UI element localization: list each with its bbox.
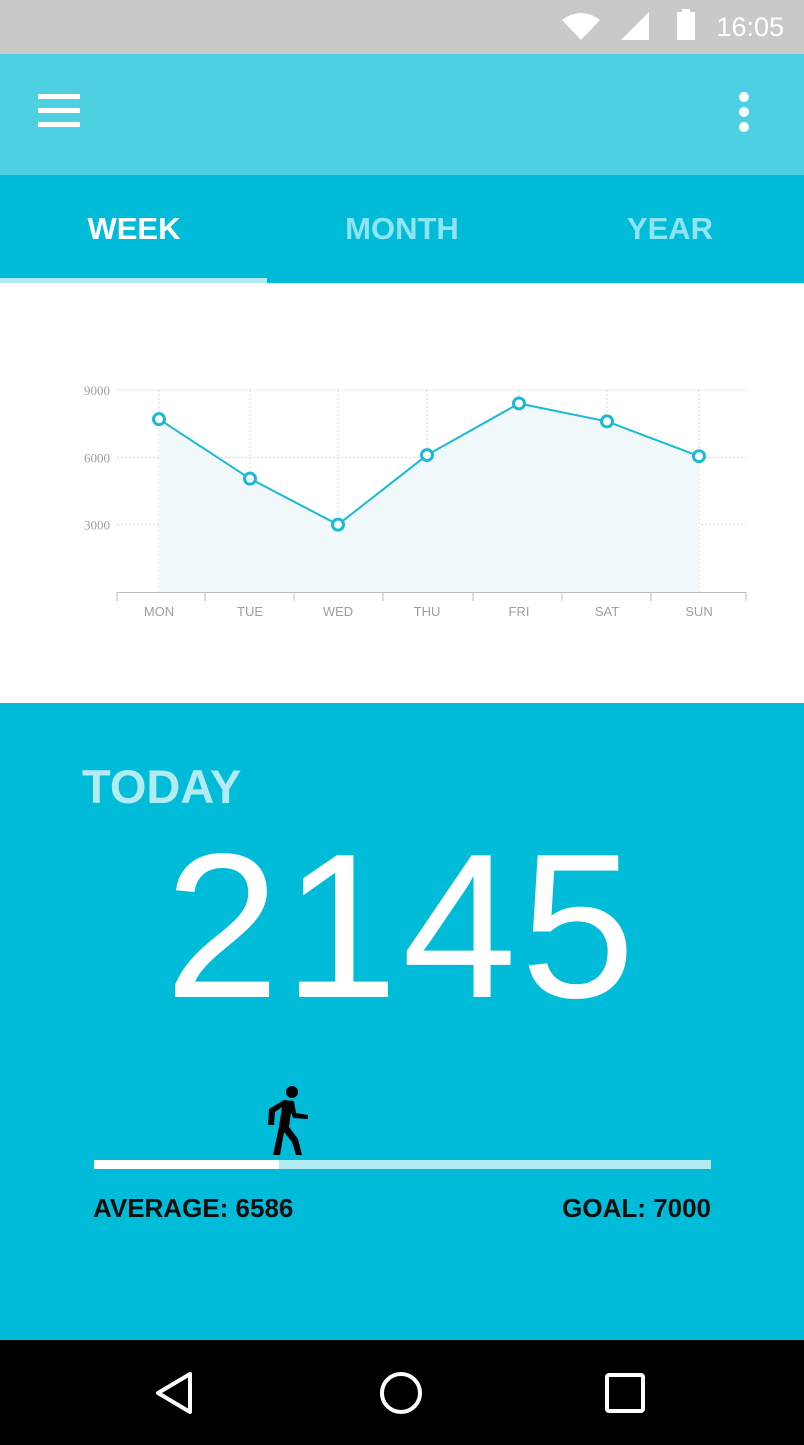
signal-icon xyxy=(621,12,649,40)
x-tick-label: MON xyxy=(144,604,174,619)
status-time: 16:05 xyxy=(716,12,784,42)
walking-person-icon xyxy=(268,1086,308,1155)
data-point xyxy=(512,396,526,411)
x-tick-label: THU xyxy=(414,604,441,619)
today-label: TODAY xyxy=(82,760,242,813)
progress-bar xyxy=(94,1160,711,1169)
x-tick-label: TUE xyxy=(237,604,263,619)
app-bar xyxy=(0,54,804,175)
wifi-icon xyxy=(562,13,600,40)
battery-icon xyxy=(677,9,695,40)
x-tick-label: SUN xyxy=(685,604,712,619)
tab-month[interactable]: MONTH xyxy=(268,175,536,283)
x-tick-label: WED xyxy=(323,604,353,619)
y-tick-label: 6000 xyxy=(84,450,110,465)
recents-icon[interactable] xyxy=(603,1370,647,1416)
today-panel: TODAY 2145 AVERAGE: 6586 GOAL: 7000 xyxy=(0,703,804,1340)
data-point xyxy=(692,449,706,464)
weekly-steps-chart: 3000 6000 9000 MON TUE WED THU FRI SAT SUN xyxy=(0,283,804,703)
step-count: 2145 xyxy=(164,811,640,1041)
tab-week[interactable]: WEEK xyxy=(0,175,268,283)
series-area xyxy=(159,403,699,592)
progress-fill xyxy=(94,1160,280,1169)
data-point xyxy=(152,412,166,427)
navigation-bar xyxy=(0,1340,804,1445)
chart-svg: 3000 6000 9000 MON TUE WED THU FRI SAT SUN xyxy=(84,383,747,619)
y-tick-label: 9000 xyxy=(84,383,110,398)
status-bar: 16:05 xyxy=(0,0,804,54)
average-label: AVERAGE: 6586 xyxy=(93,1193,294,1223)
back-icon[interactable] xyxy=(152,1370,196,1416)
x-tick-label: FRI xyxy=(509,604,530,619)
data-point xyxy=(331,517,345,532)
data-point xyxy=(243,471,257,486)
data-point xyxy=(420,448,434,463)
home-icon[interactable] xyxy=(378,1370,424,1416)
more-vert-icon[interactable] xyxy=(730,92,758,136)
period-tabs: WEEK MONTH YEAR xyxy=(0,175,804,283)
goal-label: GOAL: 7000 xyxy=(562,1193,711,1223)
x-tick-label: SAT xyxy=(595,604,619,619)
data-point xyxy=(600,414,614,429)
menu-icon[interactable] xyxy=(38,94,82,130)
y-tick-label: 3000 xyxy=(84,518,110,533)
tab-year[interactable]: YEAR xyxy=(536,175,804,283)
